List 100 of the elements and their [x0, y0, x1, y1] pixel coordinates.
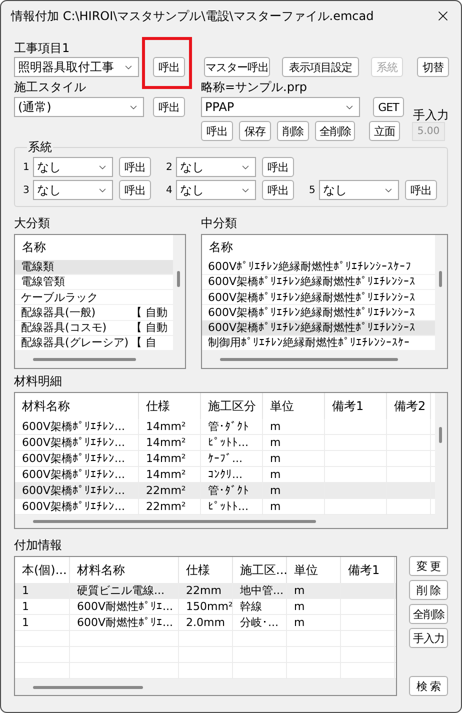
table-cell: 600V架橋ﾎﾟﾘｴﾁﾚﾝ... [22, 437, 126, 448]
table-cell: 14mm² [146, 421, 186, 432]
dropdown[interactable]: なし [176, 180, 256, 200]
dropdown[interactable]: なし [33, 157, 113, 177]
table-row[interactable]: 600V架橋ﾎﾟﾘｴﾁﾚﾝ... 22mm² 管･ﾀﾞｸﾄ m [15, 483, 435, 499]
button[interactable]: 呼出 [201, 121, 233, 141]
table-row[interactable]: 1 600V耐燃性ﾎﾟﾘｴ... 2.0mm 分岐･... m [15, 615, 396, 631]
table-cell: m [270, 437, 281, 448]
table-cell: 分岐･... [240, 617, 278, 628]
table-cell: m [294, 585, 305, 596]
call-button[interactable]: 呼出 [119, 180, 151, 200]
scrollbar-thumb[interactable] [439, 271, 442, 287]
column-header: 名称 [22, 239, 46, 256]
group-title: 系統 [27, 140, 53, 154]
list-title: 大分類 [14, 215, 51, 231]
table-cell: 22mm² [146, 501, 186, 512]
table-cell: m [270, 453, 281, 464]
row-number: 2 [166, 160, 174, 174]
table-cell: m [294, 617, 305, 628]
list-item[interactable]: 配線器具(一般) 【 自動 [15, 305, 173, 321]
table-cell: m [294, 601, 305, 612]
table-cell: 14mm² [146, 437, 186, 448]
table-cell: 1 [22, 617, 29, 628]
call-button[interactable]: 呼出 [119, 157, 151, 177]
list-item[interactable]: 配線器具(グレーシア) 【 自 [15, 336, 173, 351]
table-cell: 600V耐燃性ﾎﾟﾘｴ... [77, 601, 174, 612]
button[interactable]: 全削除 [315, 121, 355, 141]
call-button[interactable]: 呼出 [153, 97, 185, 117]
side-button[interactable]: 全削除 [409, 604, 448, 624]
row-number: 3 [23, 184, 30, 198]
call-button[interactable]: 呼出 [262, 157, 294, 177]
button[interactable]: マスター呼出 [204, 57, 270, 77]
dropdown[interactable]: なし [319, 180, 399, 200]
table-cell: ﾋﾟｯﾄﾄ... [208, 437, 248, 448]
list-item[interactable]: 600V架橋ﾎﾟﾘｴﾁﾚﾝ絶縁耐燃性ﾎﾟﾘｴﾁﾚﾝｼｰｽ [202, 320, 435, 336]
table-cell: 600V耐燃性ﾎﾟﾘｴ... [77, 617, 174, 628]
list-item[interactable]: 電線管類 [15, 274, 173, 290]
table-cell: 22mm [186, 585, 222, 596]
scrollbar-thumb[interactable] [439, 427, 442, 443]
list-item[interactable]: 配線器具(コスモ) 【 自動 [15, 320, 173, 336]
side-button[interactable]: 削 除 [409, 580, 448, 600]
row-number: 1 [23, 160, 30, 174]
list-item[interactable]: 600V架橋ﾎﾟﾘｴﾁﾚﾝ絶縁耐燃性ﾎﾟﾘｴﾁﾚﾝｼｰｽ [202, 290, 435, 306]
call-button[interactable]: 呼出 [262, 180, 294, 200]
scrollbar-thumb[interactable] [33, 520, 316, 523]
table-row[interactable]: 600V架橋ﾎﾟﾘｴﾁﾚﾝ... 14mm² ﾋﾟｯﾄﾄ... m [15, 435, 435, 451]
side-button[interactable]: 手入力 [409, 628, 448, 648]
scrollbar-thumb[interactable] [220, 358, 398, 361]
window-title: 情報付加 C:\HIROI\マスタサンプル\電設\マスターファイル.emcad [11, 8, 374, 25]
table-cell: m [270, 421, 281, 432]
get-button[interactable]: GET [373, 97, 404, 117]
table-cell: 600V架橋ﾎﾟﾘｴﾁﾚﾝ... [22, 485, 126, 496]
scrollbar-thumb[interactable] [177, 271, 180, 287]
list-item[interactable]: 600Vﾎﾟﾘｴﾁﾚﾝ絶縁耐燃性ﾎﾟﾘｴﾁﾚﾝｼｰｽｹｰﾌ [202, 260, 435, 275]
button[interactable]: 切替 [417, 57, 449, 77]
list-item[interactable]: 600V架橋ﾎﾟﾘｴﾁﾚﾝ絶縁耐燃性ﾎﾟﾘｴﾁﾚﾝｼｰｽ [202, 305, 435, 321]
dropdown[interactable]: PPAP [201, 97, 360, 117]
table-row[interactable]: 1 硬質ビニル電線... 22mm 地中管... m [15, 583, 396, 599]
list-item[interactable]: 制御用ﾎﾟﾘｴﾁﾚﾝ絶縁耐燃性ﾎﾟﾘｴﾁﾚﾝｼｰｽｹｰ [202, 336, 435, 351]
button[interactable]: 削除 [277, 121, 309, 141]
elevation-button[interactable]: 立面 [369, 121, 400, 141]
search-button[interactable]: 検 索 [409, 676, 448, 696]
call-button[interactable]: 呼出 [405, 180, 437, 200]
table-cell: 2.0mm [186, 617, 225, 628]
table-cell: 管･ﾀﾞｸﾄ [208, 485, 249, 496]
table-cell: m [270, 485, 281, 496]
table-row[interactable]: 600V架橋ﾎﾟﾘｴﾁﾚﾝ... 22mm² ﾋﾟｯﾄﾄ... m [15, 499, 435, 515]
table-cell: 幹線 [240, 601, 262, 612]
dropdown[interactable]: 照明器具取付工事 [14, 57, 139, 77]
dropdown[interactable]: (通常) [14, 97, 144, 117]
dropdown[interactable]: なし [176, 157, 256, 177]
field-label: 略称=サンプル.prp [201, 80, 308, 95]
table-row[interactable]: 600V架橋ﾎﾟﾘｴﾁﾚﾝ... 14mm² ｹｰﾌﾞ... m [15, 451, 435, 467]
table-cell: 22mm² [146, 485, 186, 496]
row-number: 4 [166, 184, 174, 198]
table-cell: m [270, 469, 281, 480]
list-item[interactable]: ケーブルラック [15, 290, 173, 306]
table-cell: 150mm² [186, 601, 233, 612]
side-button[interactable]: 変 更 [409, 556, 448, 576]
section-title: 付加情報 [14, 537, 63, 553]
dropdown[interactable]: なし [33, 180, 113, 200]
table-row[interactable]: 1 600V耐燃性ﾎﾟﾘｴ... 150mm² 幹線 m [15, 599, 396, 615]
list-item[interactable]: 600V架橋ﾎﾟﾘｴﾁﾚﾝ絶縁耐燃性ﾎﾟﾘｴﾁﾚﾝｼｰｽ [202, 274, 435, 290]
field-label: 手入力 [413, 109, 449, 121]
table-row[interactable]: 600V架橋ﾎﾟﾘｴﾁﾚﾝ... 14mm² ｺﾝｸﾘ... m [15, 467, 435, 483]
button[interactable]: 表示項目設定 [282, 57, 359, 77]
table-row[interactable]: 600V架橋ﾎﾟﾘｴﾁﾚﾝ... 14mm² 管･ﾀﾞｸﾄ m [15, 419, 435, 435]
table-cell: 1 [22, 601, 29, 612]
table-cell: 硬質ビニル電線... [77, 585, 164, 596]
list-item[interactable]: 電線類 [15, 260, 173, 275]
section-title: 材料明細 [14, 373, 63, 389]
table-cell: 600V架橋ﾎﾟﾘｴﾁﾚﾝ... [22, 453, 126, 464]
scrollbar-thumb[interactable] [33, 686, 143, 688]
field-label: 工事項目1 [14, 41, 71, 56]
button[interactable]: 保存 [239, 121, 271, 141]
call-button[interactable]: 呼出 [153, 57, 185, 77]
table-cell: 1 [22, 585, 29, 596]
scrollbar-thumb[interactable] [33, 358, 136, 361]
table-cell: ｹｰﾌﾞ... [208, 453, 242, 464]
table-cell: ｺﾝｸﾘ... [208, 469, 242, 480]
